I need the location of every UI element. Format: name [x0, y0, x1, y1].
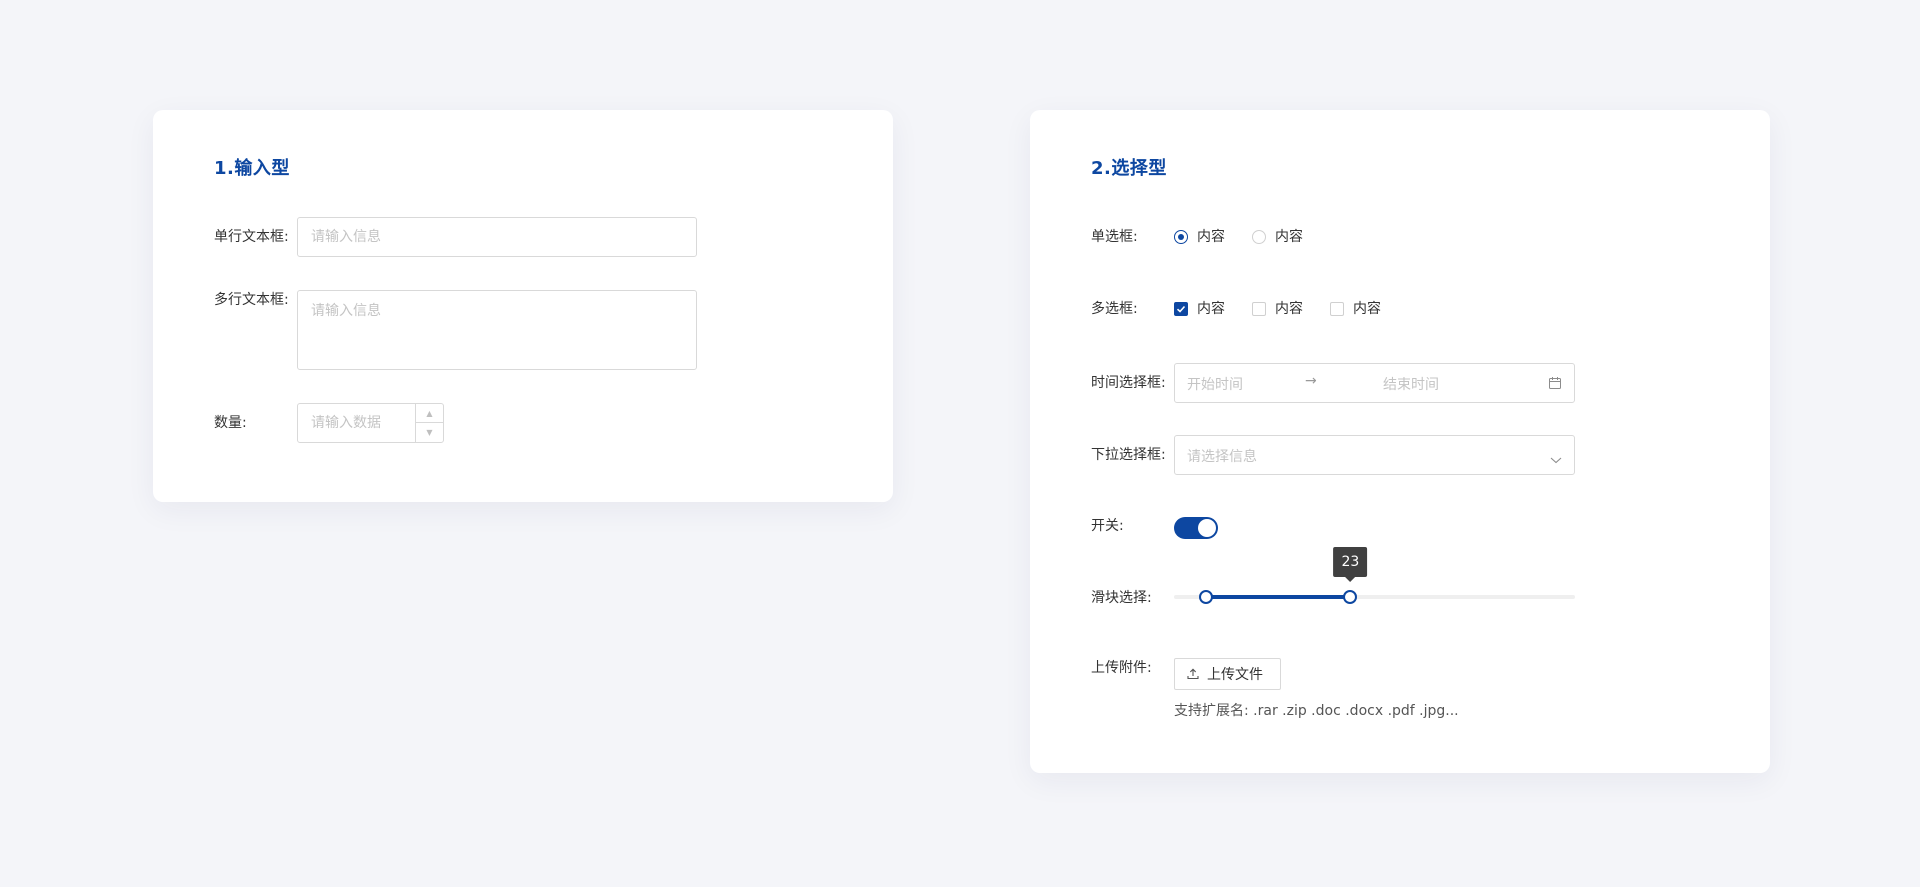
checkbox-option-label: 内容	[1353, 301, 1381, 317]
checkbox-unchecked-icon[interactable]	[1330, 302, 1344, 316]
quantity-stepper: ▲ ▼	[297, 403, 444, 443]
quantity-input[interactable]	[298, 404, 416, 442]
toggle-switch[interactable]	[1174, 517, 1218, 539]
dropdown-row: 下拉选择框: 请选择信息	[1091, 435, 1730, 475]
end-time-field[interactable]: 结束时间	[1383, 374, 1439, 394]
slider-label: 滑块选择:	[1091, 590, 1152, 606]
switch-label: 开关:	[1091, 518, 1124, 534]
upload-icon	[1187, 668, 1199, 680]
checkbox-unchecked-icon[interactable]	[1252, 302, 1266, 316]
quantity-row: 数量: ▲ ▼	[214, 403, 853, 443]
select-card: 2.选择型 单选框: 内容 内容 多选框: 内容 内容 内容 时间选择框: 开始…	[1030, 110, 1770, 773]
radio-option-2[interactable]: 内容	[1252, 227, 1303, 247]
stepper-controls: ▲ ▼	[415, 404, 443, 442]
radio-option-label: 内容	[1275, 229, 1303, 245]
multi-line-label: 多行文本框:	[214, 292, 289, 308]
upload-label: 上传附件:	[1091, 660, 1152, 676]
range-separator: →	[1305, 373, 1317, 389]
upload-group: 上传文件 支持扩展名: .rar .zip .doc .docx .pdf .j…	[1174, 658, 1459, 720]
increment-arrow-icon[interactable]: ▲	[416, 404, 443, 423]
date-range-picker[interactable]: 开始时间 → 结束时间	[1174, 363, 1575, 403]
radio-option-label: 内容	[1197, 229, 1225, 245]
range-slider[interactable]: 23	[1174, 547, 1575, 617]
checkbox-option-1[interactable]: 内容	[1174, 299, 1225, 319]
slider-handle-low[interactable]	[1199, 590, 1214, 604]
checkbox-checked-icon[interactable]	[1174, 302, 1188, 316]
quantity-label: 数量:	[214, 415, 247, 431]
slider-track	[1206, 595, 1351, 599]
date-range-row: 时间选择框: 开始时间 → 结束时间	[1091, 363, 1730, 403]
toggle-knob	[1198, 519, 1216, 537]
upload-button[interactable]: 上传文件	[1174, 658, 1281, 690]
slider-handle-high[interactable]	[1343, 590, 1358, 604]
decrement-arrow-icon[interactable]: ▼	[416, 423, 443, 442]
start-time-field[interactable]: 开始时间	[1187, 374, 1243, 394]
date-range-label: 时间选择框:	[1091, 375, 1166, 391]
slider-tooltip: 23	[1333, 547, 1368, 582]
single-line-label: 单行文本框:	[214, 229, 289, 245]
radio-label: 单选框:	[1091, 229, 1138, 245]
slider-row: 滑块选择: 23	[1091, 547, 1730, 617]
dropdown-placeholder: 请选择信息	[1187, 449, 1257, 465]
multi-line-textarea[interactable]	[297, 290, 697, 370]
checkbox-option-3[interactable]: 内容	[1330, 299, 1381, 319]
calendar-icon[interactable]	[1548, 376, 1562, 394]
chevron-down-icon[interactable]	[1550, 450, 1562, 469]
single-line-input[interactable]	[297, 217, 697, 257]
checkbox-option-label: 内容	[1197, 301, 1225, 317]
radio-checked-icon[interactable]	[1174, 230, 1188, 244]
checkbox-option-2[interactable]: 内容	[1252, 299, 1303, 319]
upload-button-label: 上传文件	[1207, 667, 1263, 683]
dropdown-select[interactable]: 请选择信息	[1174, 435, 1575, 475]
upload-hint: 支持扩展名: .rar .zip .doc .docx .pdf .jpg...	[1174, 703, 1459, 719]
checkbox-option-label: 内容	[1275, 301, 1303, 317]
dropdown-label: 下拉选择框:	[1091, 447, 1166, 463]
checkbox-label: 多选框:	[1091, 301, 1138, 317]
switch-row: 开关:	[1091, 517, 1730, 539]
select-card-title: 2.选择型	[1091, 158, 1167, 179]
radio-option-1[interactable]: 内容	[1174, 227, 1225, 247]
input-card: 1.输入型 单行文本框: 多行文本框: 数量: ▲ ▼	[153, 110, 893, 502]
radio-unchecked-icon[interactable]	[1252, 230, 1266, 244]
input-card-title: 1.输入型	[214, 158, 290, 179]
